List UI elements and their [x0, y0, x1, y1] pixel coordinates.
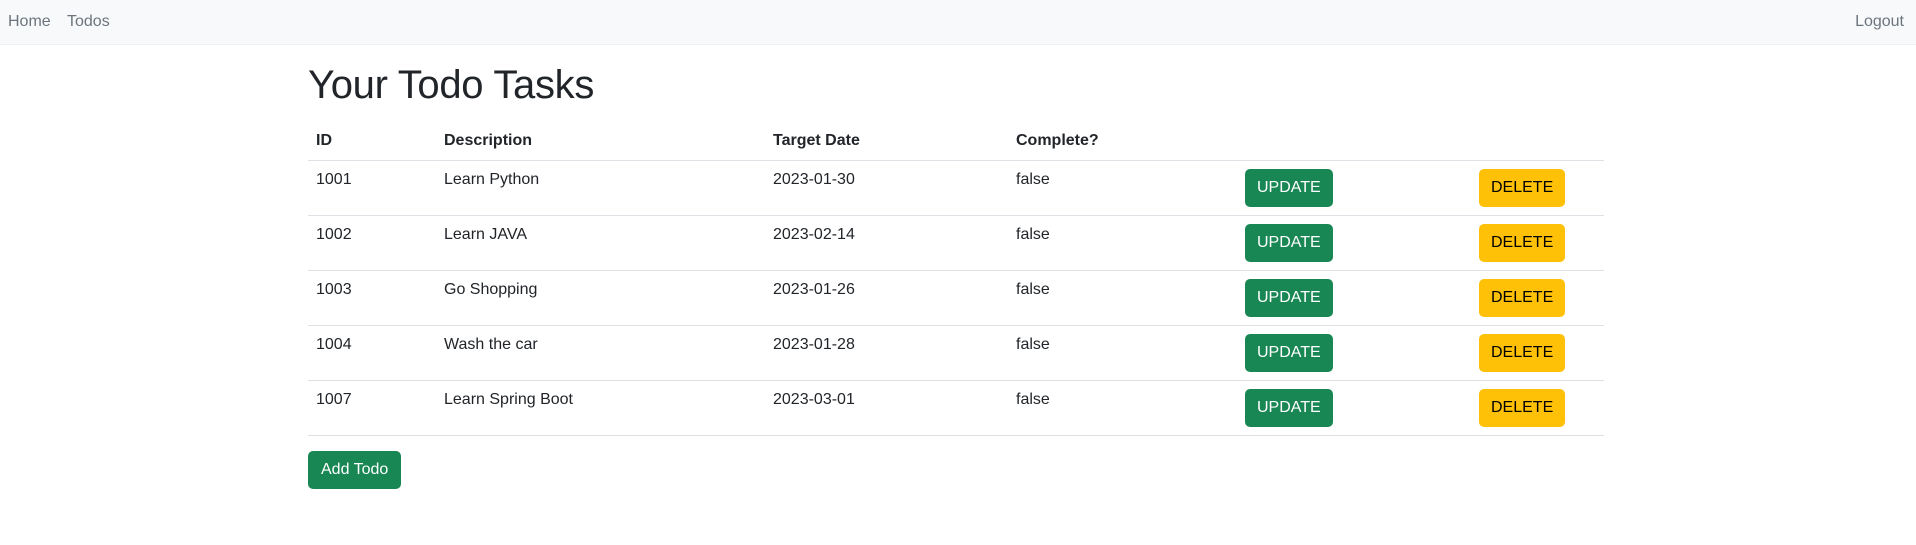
cell-description: Learn JAVA	[436, 215, 765, 271]
header-description: Description	[436, 121, 765, 161]
header-target-date: Target Date	[765, 121, 1008, 161]
table-header-row: ID Description Target Date Complete?	[308, 121, 1604, 161]
update-button[interactable]: UPDATE	[1245, 224, 1333, 262]
cell-target-date: 2023-03-01	[765, 380, 1008, 436]
cell-update: UPDATE	[1237, 270, 1471, 326]
cell-delete: DELETE	[1471, 325, 1604, 381]
cell-delete: DELETE	[1471, 160, 1604, 216]
header-update	[1237, 121, 1471, 161]
nav-todos-link[interactable]: Todos	[67, 12, 110, 32]
cell-complete: false	[1008, 270, 1237, 326]
delete-button[interactable]: DELETE	[1479, 279, 1566, 317]
cell-update: UPDATE	[1237, 215, 1471, 271]
update-button[interactable]: UPDATE	[1245, 334, 1333, 372]
table-row: 1007 Learn Spring Boot 2023-03-01 false …	[308, 380, 1604, 436]
update-button[interactable]: UPDATE	[1245, 389, 1333, 427]
cell-update: UPDATE	[1237, 325, 1471, 381]
cell-complete: false	[1008, 215, 1237, 271]
update-button[interactable]: UPDATE	[1245, 169, 1333, 207]
table-row: 1003 Go Shopping 2023-01-26 false UPDATE…	[308, 270, 1604, 326]
cell-id: 1003	[308, 270, 436, 326]
cell-description: Wash the car	[436, 325, 765, 381]
nav-logout-link[interactable]: Logout	[1855, 12, 1904, 32]
cell-update: UPDATE	[1237, 380, 1471, 436]
cell-id: 1001	[308, 160, 436, 216]
cell-complete: false	[1008, 380, 1237, 436]
delete-button[interactable]: DELETE	[1479, 334, 1566, 372]
table-row: 1001 Learn Python 2023-01-30 false UPDAT…	[308, 160, 1604, 216]
cell-id: 1002	[308, 215, 436, 271]
cell-complete: false	[1008, 160, 1237, 216]
cell-target-date: 2023-02-14	[765, 215, 1008, 271]
add-todo-button[interactable]: Add Todo	[308, 451, 402, 489]
cell-target-date: 2023-01-28	[765, 325, 1008, 381]
nav-home-link[interactable]: Home	[8, 12, 51, 32]
delete-button[interactable]: DELETE	[1479, 224, 1566, 262]
cell-target-date: 2023-01-26	[765, 270, 1008, 326]
delete-button[interactable]: DELETE	[1479, 169, 1566, 207]
header-delete	[1471, 121, 1604, 161]
cell-id: 1007	[308, 380, 436, 436]
page-title: Your Todo Tasks	[308, 63, 595, 107]
table-row: 1002 Learn JAVA 2023-02-14 false UPDATE …	[308, 215, 1604, 271]
update-button[interactable]: UPDATE	[1245, 279, 1333, 317]
cell-description: Learn Spring Boot	[436, 380, 765, 436]
cell-id: 1004	[308, 325, 436, 381]
table-row: 1004 Wash the car 2023-01-28 false UPDAT…	[308, 325, 1604, 381]
cell-update: UPDATE	[1237, 160, 1471, 216]
cell-description: Go Shopping	[436, 270, 765, 326]
cell-target-date: 2023-01-30	[765, 160, 1008, 216]
navbar: Home Todos Logout	[0, 0, 1916, 45]
delete-button[interactable]: DELETE	[1479, 389, 1566, 427]
header-id: ID	[308, 121, 436, 161]
cell-complete: false	[1008, 325, 1237, 381]
cell-delete: DELETE	[1471, 215, 1604, 271]
cell-description: Learn Python	[436, 160, 765, 216]
header-complete: Complete?	[1008, 121, 1237, 161]
cell-delete: DELETE	[1471, 270, 1604, 326]
cell-delete: DELETE	[1471, 380, 1604, 436]
todos-table: ID Description Target Date Complete? 100…	[308, 121, 1604, 436]
